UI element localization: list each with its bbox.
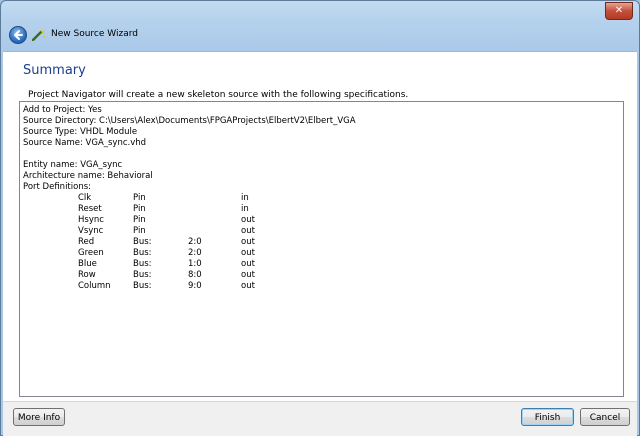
port-kind: Bus:: [133, 248, 152, 258]
wizard-wand-icon: [32, 30, 45, 41]
more-info-button[interactable]: More Info: [13, 408, 65, 426]
port-direction: out: [241, 259, 255, 269]
window-title: New Source Wizard: [51, 29, 138, 39]
port-range: 2:0: [188, 237, 202, 247]
port-name: Blue: [78, 259, 97, 269]
port-kind: Bus:: [133, 281, 152, 291]
page-title: Summary: [23, 63, 86, 78]
back-button[interactable]: [9, 26, 27, 44]
port-name: Clk: [78, 193, 92, 203]
port-kind: Bus:: [133, 259, 152, 269]
finish-button[interactable]: Finish: [521, 408, 574, 426]
port-direction: in: [241, 204, 249, 214]
summary-textbox[interactable]: Add to Project: Yes Source Directory: C:…: [19, 101, 624, 397]
wizard-content: Summary Project Navigator will create a …: [3, 51, 637, 401]
port-direction: out: [241, 237, 255, 247]
spec-source-name: Source Name: VGA_sync.vhd: [23, 138, 147, 148]
port-kind: Pin: [133, 193, 146, 203]
port-name: Green: [78, 248, 104, 258]
port-name: Row: [78, 270, 96, 280]
spec-source-directory: Source Directory: C:\Users\Alex\Document…: [23, 116, 356, 126]
port-range: 1:0: [188, 259, 202, 269]
port-direction: out: [241, 281, 255, 291]
spec-add-to-project: Add to Project: Yes: [23, 105, 102, 115]
port-kind: Pin: [133, 215, 146, 225]
port-kind: Bus:: [133, 237, 152, 247]
port-range: 8:0: [188, 270, 202, 280]
port-direction: in: [241, 193, 249, 203]
spec-architecture-name: Architecture name: Behavioral: [23, 171, 153, 181]
close-icon: ✕: [614, 5, 624, 16]
port-name: Vsync: [78, 226, 104, 236]
wizard-footer: More Info Finish Cancel: [3, 401, 637, 436]
back-arrow-icon: [14, 30, 23, 40]
spec-port-definitions: Port Definitions:: [23, 182, 92, 192]
port-direction: out: [241, 248, 255, 258]
port-name: Column: [78, 281, 111, 291]
port-direction: out: [241, 215, 255, 225]
port-kind: Pin: [133, 204, 146, 214]
close-button[interactable]: ✕: [605, 2, 633, 20]
wizard-window: ✕ New Source Wizard Summary Project Navi…: [0, 0, 640, 436]
spec-entity-name: Entity name: VGA_sync: [23, 160, 123, 170]
cancel-button[interactable]: Cancel: [580, 408, 630, 426]
port-kind: Bus:: [133, 270, 152, 280]
port-name: Reset: [78, 204, 102, 214]
port-range: 9:0: [188, 281, 202, 291]
port-direction: out: [241, 226, 255, 236]
port-direction: out: [241, 270, 255, 280]
port-range: 2:0: [188, 248, 202, 258]
port-name: Hsync: [78, 215, 104, 225]
spec-source-type: Source Type: VHDL Module: [23, 127, 138, 137]
port-name: Red: [78, 237, 95, 247]
intro-text: Project Navigator will create a new skel…: [28, 90, 409, 100]
port-kind: Pin: [133, 226, 146, 236]
